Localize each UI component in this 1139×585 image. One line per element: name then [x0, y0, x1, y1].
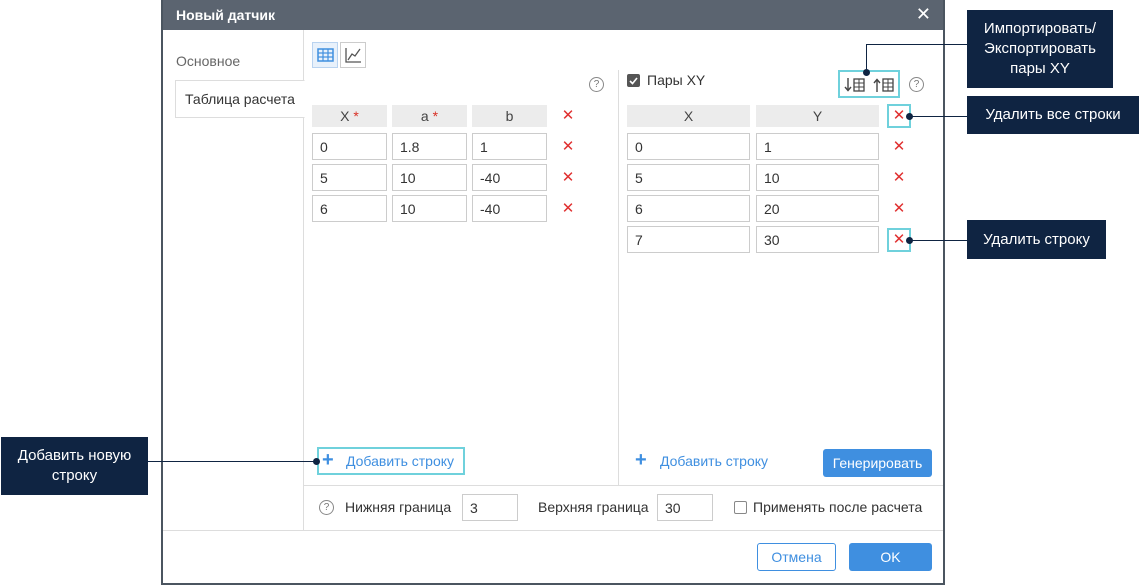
callout-line [910, 116, 967, 117]
col-header-b: b [472, 105, 547, 127]
upper-bound-label: Верхняя граница [538, 499, 649, 515]
table-view-button[interactable] [312, 42, 338, 68]
tab-basic[interactable]: Основное [176, 53, 240, 69]
ok-button[interactable]: OK [849, 543, 932, 571]
cell-x[interactable]: 6 [312, 195, 387, 222]
dialog-titlebar: Новый датчик ✕ [163, 0, 943, 30]
delete-row-icon[interactable]: ✕ [887, 135, 911, 159]
delete-row-icon[interactable]: ✕ [556, 166, 580, 190]
col-header-y: Y [756, 105, 879, 127]
cell-x[interactable]: 0 [312, 133, 387, 160]
chart-view-button[interactable] [340, 42, 366, 68]
tab-calc-table[interactable]: Таблица расчета [175, 80, 305, 118]
close-icon[interactable]: ✕ [916, 5, 931, 23]
callout-delete-all: Удалить все строки [967, 96, 1139, 134]
cell-y[interactable]: 1 [756, 133, 879, 160]
apply-after-calc-checkbox[interactable] [734, 501, 747, 514]
sensor-dialog: Новый датчик ✕ Основное Таблица расчета … [161, 0, 945, 585]
col-header-a: a * [392, 105, 467, 127]
lower-bound-label: Нижняя граница [345, 499, 452, 515]
callout-delete-row: Удалить строку [967, 220, 1106, 259]
add-row-label: Добавить строку [346, 453, 455, 469]
callout-line [148, 461, 317, 462]
cell-x[interactable]: 7 [627, 226, 750, 253]
lower-bound-input[interactable]: 3 [462, 494, 518, 521]
delete-row-icon[interactable]: ✕ [887, 197, 911, 221]
dialog-title: Новый датчик [176, 7, 275, 23]
generate-button[interactable]: Генерировать [823, 449, 932, 477]
check-icon [629, 77, 638, 85]
add-row-label: Добавить строку [660, 453, 769, 469]
table-icon [317, 48, 334, 62]
col-header-x: X [627, 105, 750, 127]
callout-import-export: Импортировать/ Экспортировать пары XY [967, 10, 1113, 88]
export-icon [873, 78, 894, 92]
col-header-x: X * [312, 105, 387, 127]
import-icon [844, 78, 865, 92]
callout-line [866, 44, 967, 45]
cell-b[interactable]: -40 [472, 195, 547, 222]
footer-divider [163, 530, 943, 531]
sidebar: Основное Таблица расчета [163, 30, 305, 530]
callout-line [866, 44, 867, 72]
cell-a[interactable]: 10 [392, 195, 467, 222]
chart-icon [345, 48, 361, 63]
cell-x[interactable]: 0 [627, 133, 750, 160]
cell-y[interactable]: 30 [756, 226, 879, 253]
xy-pairs-checkbox[interactable] [627, 74, 640, 87]
cell-a[interactable]: 1.8 [392, 133, 467, 160]
cell-x[interactable]: 5 [627, 164, 750, 191]
cell-b[interactable]: -40 [472, 164, 547, 191]
delete-all-rows-icon[interactable]: ✕ [556, 104, 580, 128]
callout-dot [906, 113, 913, 120]
delete-row-icon[interactable]: ✕ [556, 197, 580, 221]
cell-b[interactable]: 1 [472, 133, 547, 160]
cancel-button[interactable]: Отмена [757, 543, 836, 571]
import-button[interactable] [843, 74, 867, 96]
plus-icon: + [635, 449, 647, 471]
cell-y[interactable]: 20 [756, 195, 879, 222]
help-icon[interactable]: ? [909, 77, 924, 92]
cell-a[interactable]: 10 [392, 164, 467, 191]
export-button[interactable] [872, 74, 896, 96]
xy-pairs-label: Пары XY [647, 72, 706, 88]
panel-divider [618, 70, 619, 485]
upper-bound-input[interactable]: 30 [657, 494, 713, 521]
delete-row-icon[interactable]: ✕ [556, 135, 580, 159]
cell-y[interactable]: 10 [756, 164, 879, 191]
add-row-button-left[interactable]: + Добавить строку [317, 447, 465, 475]
tab-calc-table-label: Таблица расчета [185, 91, 295, 107]
apply-after-calc-label: Применять после расчета [753, 499, 923, 515]
bounds-divider [304, 485, 943, 486]
cell-x[interactable]: 6 [627, 195, 750, 222]
callout-dot [906, 237, 913, 244]
cell-x[interactable]: 5 [312, 164, 387, 191]
callout-dot [863, 69, 870, 76]
add-row-button-right[interactable]: + Добавить строку [635, 449, 775, 474]
delete-row-icon[interactable]: ✕ [887, 166, 911, 190]
callout-line [910, 240, 967, 241]
help-icon[interactable]: ? [589, 77, 604, 92]
plus-icon: + [322, 449, 334, 471]
callout-dot [313, 458, 320, 465]
help-icon[interactable]: ? [319, 500, 334, 515]
callout-add-row: Добавить новую строку [1, 437, 148, 495]
